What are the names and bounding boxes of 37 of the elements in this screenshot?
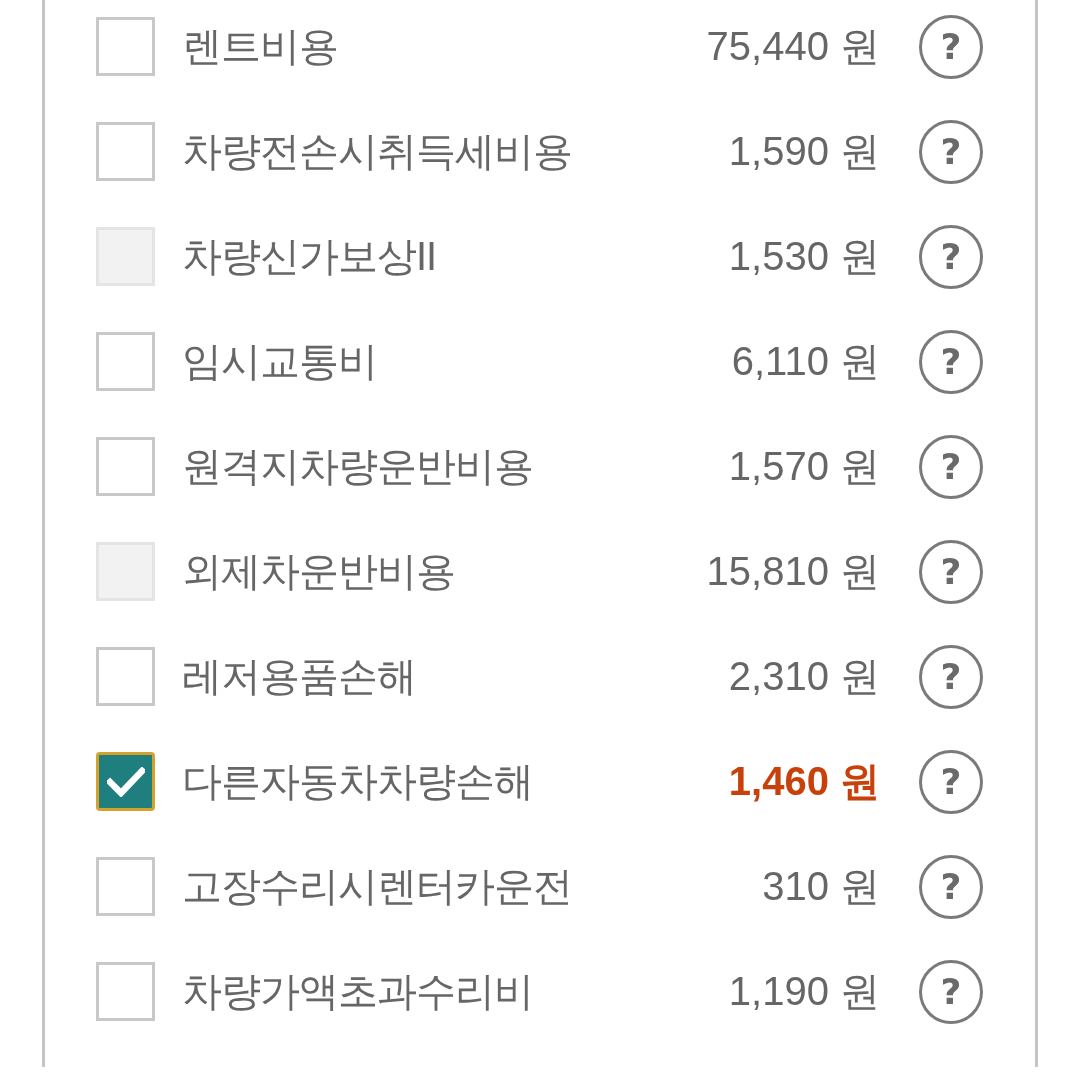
- checkbox[interactable]: [96, 647, 155, 706]
- premium-amount: 6,110 원: [731, 338, 880, 385]
- premium-amount: 2,310 원: [728, 653, 880, 700]
- coverage-label: 다른자동차차량손해: [182, 758, 534, 805]
- checkbox[interactable]: [96, 857, 155, 916]
- premium-amount: 1,530 원: [728, 233, 880, 280]
- checkbox[interactable]: [96, 17, 155, 76]
- coverage-label: 렌트비용: [182, 23, 339, 70]
- coverage-label: 차량전손시취득세비용: [182, 128, 573, 175]
- checkbox[interactable]: [96, 122, 155, 181]
- coverage-label: 외제차운반비용: [182, 548, 456, 595]
- help-button[interactable]: ?: [919, 14, 983, 79]
- premium-amount: 310 원: [762, 863, 880, 910]
- help-button[interactable]: ?: [919, 959, 983, 1024]
- premium-amount: 1,590 원: [728, 128, 880, 175]
- coverage-label: 레저용품손해: [182, 653, 417, 700]
- checkbox[interactable]: [96, 962, 155, 1021]
- help-button[interactable]: ?: [919, 644, 983, 709]
- help-button[interactable]: ?: [919, 329, 983, 394]
- help-button[interactable]: ?: [919, 854, 983, 919]
- coverage-label: 임시교통비: [182, 338, 378, 385]
- coverage-label: 고장수리시렌터카운전: [182, 863, 573, 910]
- premium-amount: 75,440 원: [706, 23, 880, 70]
- premium-amount: 15,810 원: [706, 548, 880, 595]
- coverage-label: 원격지차량운반비용: [182, 443, 534, 490]
- premium-amount: 1,570 원: [728, 443, 880, 490]
- help-button[interactable]: ?: [919, 749, 983, 814]
- premium-amount: 1,460 원: [728, 758, 880, 805]
- premium-amount: 1,190 원: [728, 968, 880, 1015]
- coverage-label: 차량신가보상II: [182, 233, 438, 280]
- help-button[interactable]: ?: [919, 119, 983, 184]
- check-icon: [106, 766, 145, 797]
- checkbox[interactable]: [96, 332, 155, 391]
- coverage-label: 차량가액초과수리비: [182, 968, 534, 1015]
- checkbox[interactable]: [96, 752, 155, 811]
- checkbox[interactable]: [96, 437, 155, 496]
- help-button[interactable]: ?: [919, 434, 983, 499]
